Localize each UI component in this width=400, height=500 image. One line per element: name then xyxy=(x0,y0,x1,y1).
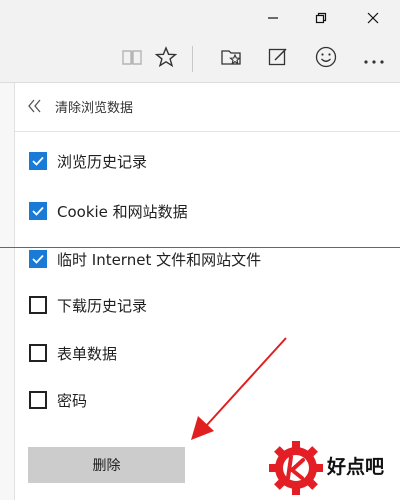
watermark-text: 好点吧 xyxy=(327,456,385,478)
annotation-arrow xyxy=(191,337,287,440)
